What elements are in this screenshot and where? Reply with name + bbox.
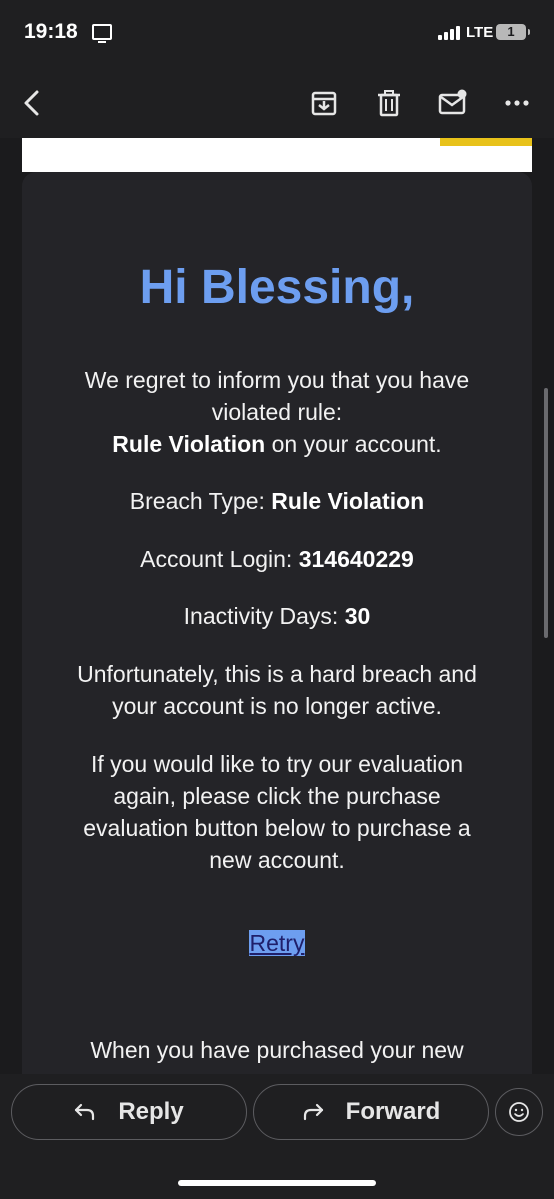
violation-line-2: violated rule: bbox=[211, 399, 343, 425]
battery-icon: 1 bbox=[496, 24, 530, 40]
retry-link-container: Retry bbox=[22, 930, 532, 957]
reply-button[interactable]: Reply bbox=[11, 1084, 247, 1140]
network-type: LTE bbox=[466, 24, 494, 41]
retry-line-2: again, please click the purchase bbox=[113, 783, 441, 809]
mark-unread-icon[interactable] bbox=[438, 88, 468, 118]
violation-line-1: We regret to inform you that you have bbox=[84, 367, 470, 393]
hard-breach-line-2: your account is no longer active. bbox=[112, 693, 442, 719]
banner-accent bbox=[440, 138, 532, 146]
emoji-icon bbox=[509, 1102, 529, 1122]
emoji-button[interactable] bbox=[495, 1088, 543, 1136]
breach-type-line: Breach Type: Rule Violation bbox=[22, 485, 532, 517]
hard-breach-line-1: Unfortunately, this is a hard breach and bbox=[77, 661, 477, 687]
back-icon[interactable] bbox=[18, 88, 48, 118]
violation-paragraph: We regret to inform you that you have vi… bbox=[22, 364, 532, 460]
violation-line-3: Rule Violation on your account. bbox=[22, 428, 532, 460]
account-login-line: Account Login: 314640229 bbox=[22, 543, 532, 575]
scrollbar[interactable] bbox=[544, 388, 548, 638]
breach-type-label: Breach Type: bbox=[129, 488, 272, 514]
greeting: Hi Blessing, bbox=[139, 261, 415, 314]
forward-label: Forward bbox=[345, 1098, 441, 1125]
breach-type-value: Rule Violation bbox=[271, 488, 425, 514]
retry-line-1: If you would like to try our evaluation bbox=[90, 751, 464, 777]
purchased-paragraph: When you have purchased your new bbox=[22, 1034, 532, 1066]
bottom-action-bar: Reply Forward bbox=[0, 1074, 554, 1199]
violation-suffix: on your account. bbox=[265, 431, 442, 457]
status-bar: 19:18 LTE 1 bbox=[0, 0, 554, 66]
retry-paragraph: If you would like to try our evaluation … bbox=[22, 748, 532, 876]
retry-line-3: evaluation button below to purchase a bbox=[83, 815, 471, 841]
forward-icon bbox=[303, 1103, 323, 1121]
trash-icon[interactable] bbox=[374, 88, 404, 118]
archive-icon[interactable] bbox=[309, 88, 339, 118]
home-indicator bbox=[178, 1180, 376, 1186]
purchased-line-1: When you have purchased your new bbox=[90, 1037, 464, 1063]
rule-name: Rule Violation bbox=[112, 431, 266, 457]
clock: 19:18 bbox=[24, 20, 78, 43]
reply-label: Reply bbox=[118, 1098, 184, 1125]
more-icon[interactable] bbox=[502, 88, 532, 118]
hard-breach-paragraph: Unfortunately, this is a hard breach and… bbox=[22, 658, 532, 722]
inactivity-value: 30 bbox=[344, 603, 371, 629]
account-login-label: Account Login: bbox=[140, 546, 299, 572]
inactivity-label: Inactivity Days: bbox=[183, 603, 345, 629]
inactivity-line: Inactivity Days: 30 bbox=[22, 600, 532, 632]
reply-icon bbox=[75, 1103, 95, 1121]
email-card: Hi Blessing, We regret to inform you tha… bbox=[22, 172, 532, 1074]
forward-button[interactable]: Forward bbox=[253, 1084, 489, 1140]
screen-mirroring-icon bbox=[92, 24, 112, 43]
signal-icon bbox=[438, 24, 460, 40]
email-toolbar bbox=[0, 66, 554, 138]
retry-line-4: new account. bbox=[209, 847, 345, 873]
account-login-value: 314640229 bbox=[298, 546, 414, 572]
retry-link[interactable]: Retry bbox=[248, 930, 306, 956]
email-body: Hi Blessing, We regret to inform you tha… bbox=[0, 138, 554, 1074]
